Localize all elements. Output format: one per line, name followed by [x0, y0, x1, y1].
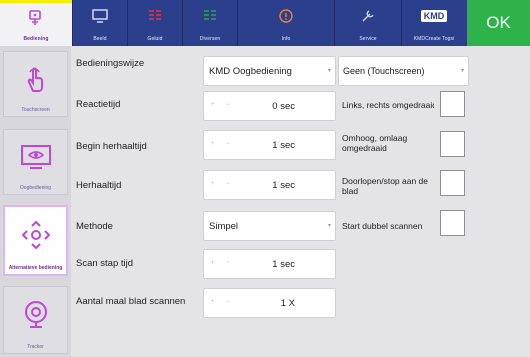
- webcam-icon: [4, 293, 67, 337]
- stepper-value: 1 sec: [272, 140, 295, 151]
- top-tab-bar: Bediening Beeld Geluid Diversen Info Ser…: [0, 0, 530, 46]
- setting-label: Methode: [76, 221, 113, 232]
- tab-label: Geluid: [147, 36, 163, 42]
- tab-label: Diversen: [199, 36, 221, 42]
- direction-arrows-icon: [5, 213, 66, 257]
- wrench-icon: [335, 5, 401, 27]
- remote-control-icon: [0, 8, 72, 30]
- methode-select[interactable]: Simpel ▾: [203, 211, 336, 241]
- checkbox-label: Omhoog, omlaag omgedraaid: [342, 133, 408, 153]
- chevron-down-icon: ▾: [460, 68, 464, 74]
- select-value: Geen (Touchscreen): [343, 66, 425, 76]
- select-value: KMD Oogbediening: [209, 66, 292, 77]
- info-icon: [238, 5, 334, 27]
- setting-label: Reactietijd: [76, 99, 121, 110]
- plus-minus-icon[interactable]: + −: [211, 299, 235, 305]
- stepper-value: 1 X: [280, 298, 295, 309]
- tab-diversen[interactable]: Diversen: [183, 0, 237, 46]
- input-device-select[interactable]: Geen (Touchscreen) ▾: [338, 56, 469, 86]
- tab-label: Beeld: [93, 36, 107, 42]
- stepper-value: 0 sec: [272, 101, 295, 112]
- links-rechts-checkbox[interactable]: [440, 91, 465, 117]
- aantal-maal-blad-scannen-stepper[interactable]: + − 1 X: [203, 288, 336, 318]
- setting-label: Herhaaltijd: [76, 180, 122, 191]
- sidebar: Touchscreen Oogbediening Alternatieve be…: [0, 46, 71, 357]
- hand-pointer-icon: [4, 58, 67, 102]
- tab-bediening[interactable]: Bediening: [0, 0, 72, 46]
- tab-label: Info: [281, 36, 291, 42]
- tab-service[interactable]: Service: [335, 0, 401, 46]
- plus-minus-icon[interactable]: + −: [211, 102, 235, 108]
- sidebar-item-alternatieve-bediening[interactable]: Alternatieve bediening: [3, 205, 68, 276]
- sidebar-item-label: Alternatieve bediening: [8, 265, 63, 271]
- checkbox-label: Doorlopen/stop aan de blad: [342, 176, 429, 196]
- tab-label: Bediening: [23, 36, 49, 42]
- ok-button[interactable]: OK: [467, 0, 530, 46]
- begin-herhaaltijd-stepper[interactable]: + − 1 sec: [203, 130, 336, 160]
- scan-stap-tijd-stepper[interactable]: + − 1 sec: [203, 249, 336, 279]
- eye-screen-icon: [4, 136, 67, 180]
- setting-label: Begin herhaaltijd: [76, 141, 147, 152]
- sidebar-item-oogbediening[interactable]: Oogbediening: [3, 129, 68, 195]
- tab-beeld[interactable]: Beeld: [73, 0, 127, 46]
- checkbox-label: Start dubbel scannen: [342, 221, 423, 231]
- sidebar-item-tracker[interactable]: Tracker: [3, 286, 68, 354]
- plus-minus-icon[interactable]: + −: [211, 141, 235, 147]
- kmd-logo-icon: KMD: [402, 5, 466, 27]
- sidebar-item-label: Tracker: [27, 344, 44, 350]
- tab-geluid[interactable]: Geluid: [128, 0, 182, 46]
- tab-label: KMDCreate Togsi: [413, 36, 455, 42]
- grid-icon: [183, 5, 237, 27]
- herhaaltijd-stepper[interactable]: + − 1 sec: [203, 170, 336, 200]
- select-value: Simpel: [209, 221, 239, 232]
- chevron-down-icon: ▾: [327, 223, 331, 229]
- plus-minus-icon[interactable]: + −: [211, 260, 235, 266]
- omhoog-omlaag-checkbox[interactable]: [440, 131, 465, 157]
- chevron-down-icon: ▾: [327, 68, 331, 74]
- monitor-icon: [73, 5, 127, 27]
- tab-label: Service: [359, 36, 377, 42]
- sidebar-item-touchscreen[interactable]: Touchscreen: [3, 51, 68, 117]
- setting-label: Scan stap tijd: [76, 258, 134, 269]
- stepper-value: 1 sec: [272, 180, 295, 191]
- reactietijd-stepper[interactable]: + − 0 sec: [203, 91, 336, 121]
- setting-label: Aantal maal blad scannen: [76, 296, 186, 307]
- bedieningswijze-select[interactable]: KMD Oogbediening ▾: [203, 56, 336, 86]
- sidebar-item-label: Oogbediening: [19, 185, 52, 191]
- sidebar-item-label: Touchscreen: [21, 107, 50, 113]
- checkbox-label: Links, rechts omgedraaid: [342, 100, 434, 110]
- doorlopen-stop-checkbox[interactable]: [440, 170, 465, 196]
- tab-info[interactable]: Info: [238, 0, 334, 46]
- plus-minus-icon[interactable]: + −: [211, 181, 235, 187]
- setting-label: Bedieningswijze: [76, 58, 145, 69]
- start-dubbel-scannen-checkbox[interactable]: [440, 210, 465, 236]
- sound-bars-icon: [128, 5, 182, 27]
- stepper-value: 1 sec: [272, 259, 295, 270]
- tab-kmdcreate-togsi[interactable]: KMD KMDCreate Togsi: [402, 0, 466, 46]
